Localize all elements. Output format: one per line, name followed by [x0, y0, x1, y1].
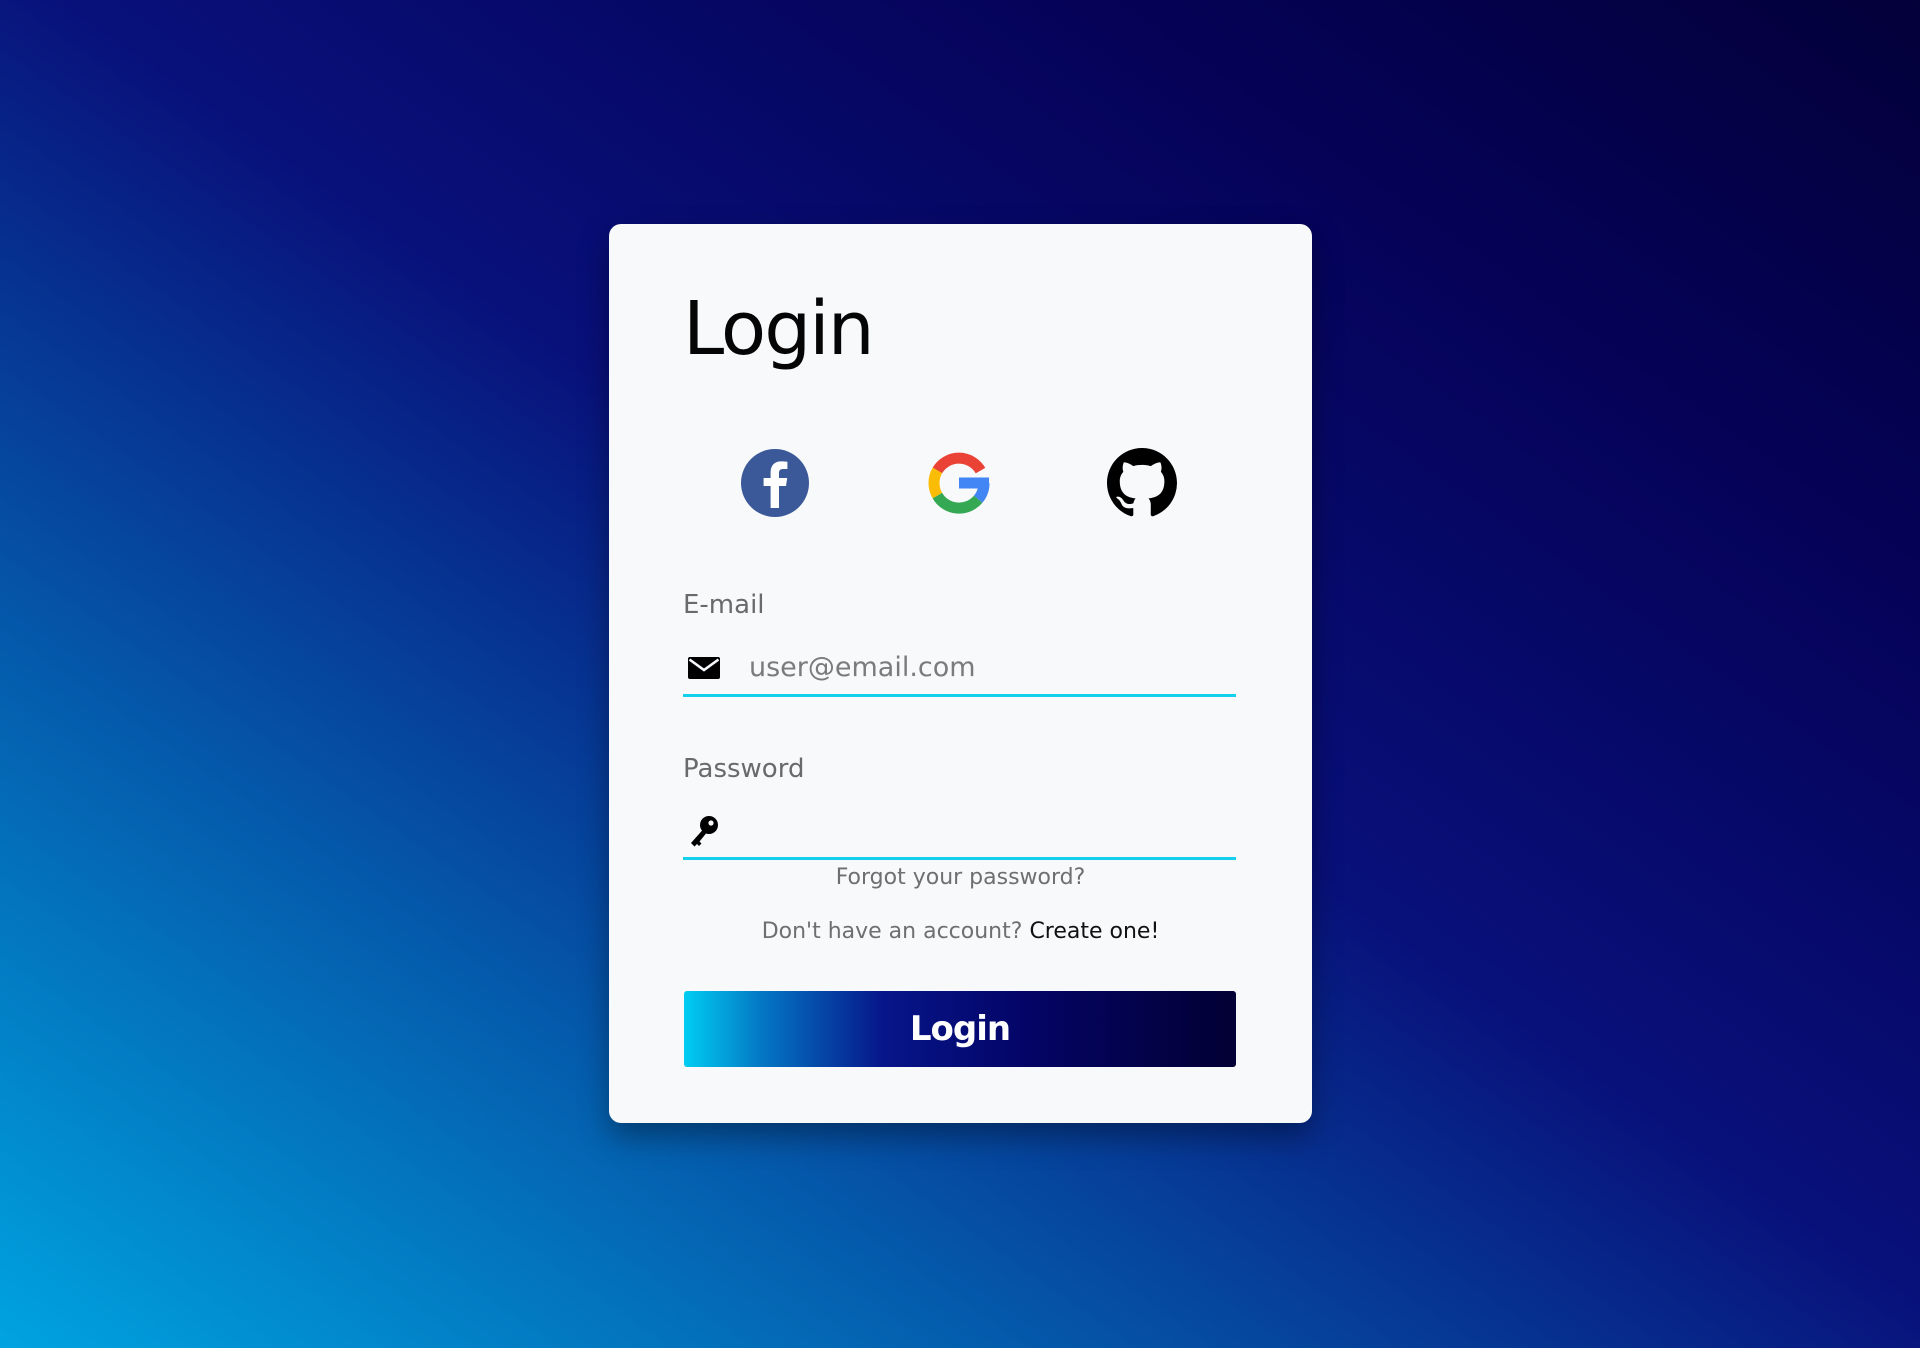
- google-login-button[interactable]: [924, 448, 994, 518]
- email-label: E-mail: [683, 590, 765, 620]
- email-input[interactable]: [749, 645, 1229, 689]
- signup-prompt-text: Don't have an account?: [761, 919, 1023, 944]
- envelope-icon: [687, 651, 721, 685]
- forgot-password-link[interactable]: Forgot your password?: [609, 867, 1312, 889]
- github-icon: [1107, 448, 1177, 517]
- password-input[interactable]: [749, 808, 1229, 852]
- create-account-link[interactable]: Create one!: [1029, 919, 1159, 944]
- page-title: Login: [683, 286, 875, 372]
- email-field-wrapper: [683, 639, 1236, 697]
- login-button[interactable]: Login: [684, 991, 1236, 1067]
- facebook-icon: [741, 449, 809, 517]
- google-icon: [928, 452, 990, 514]
- key-icon: [687, 814, 721, 848]
- github-login-button[interactable]: [1107, 448, 1177, 518]
- signup-prompt: Don't have an account? Create one!: [609, 921, 1312, 943]
- password-label: Password: [683, 754, 805, 784]
- password-field-wrapper: [683, 802, 1236, 860]
- login-card: Login E-mail Password: [609, 224, 1312, 1123]
- facebook-login-button[interactable]: [740, 448, 810, 518]
